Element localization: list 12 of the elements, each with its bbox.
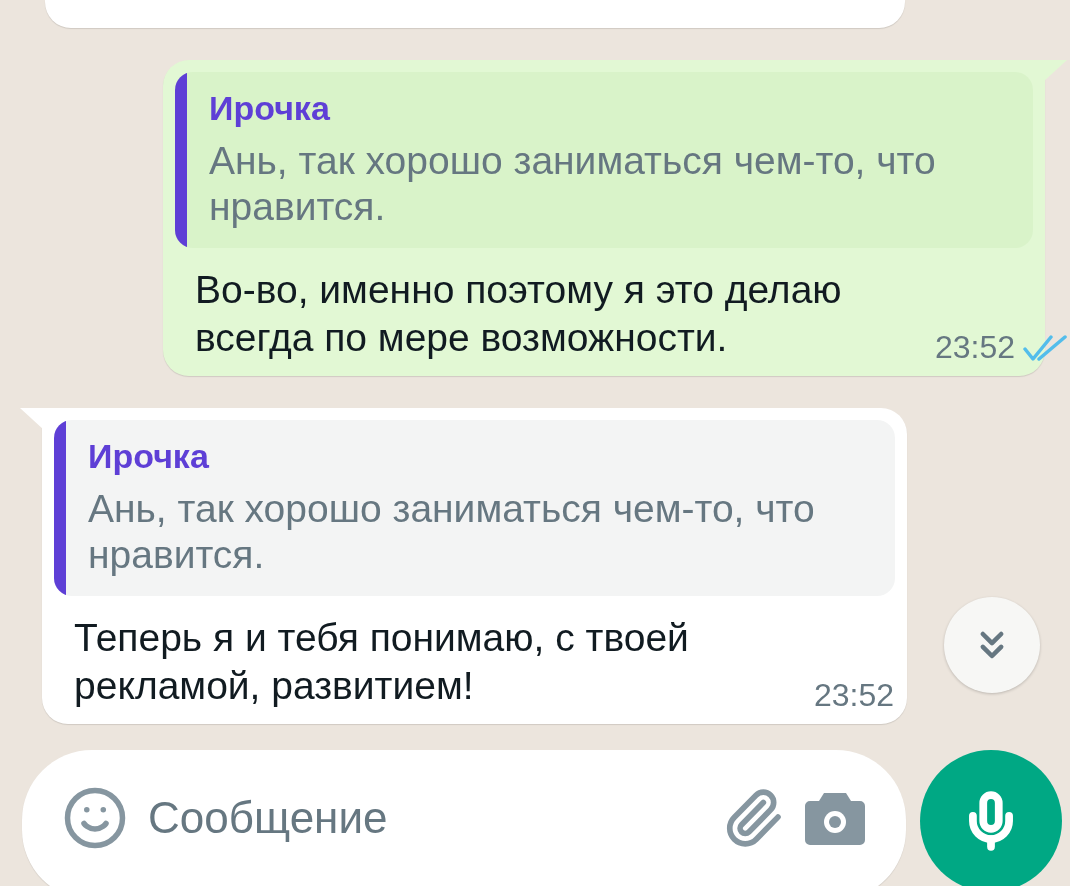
quote-author: Ирочка: [88, 438, 210, 474]
message-text: Теперь я и тебя понимаю, с твоей рекламой, развитием!: [74, 615, 690, 709]
quote-text: Ань, так хорошо заниматься чем-то, что нравится.: [88, 486, 816, 578]
message-time: 23:52: [935, 329, 1016, 366]
quote-author: Ирочка: [209, 90, 331, 126]
message-time: 23:52: [814, 677, 895, 714]
message-input[interactable]: Сообщение: [148, 793, 702, 843]
emoji-icon[interactable]: [62, 785, 128, 851]
quoted-message[interactable]: Ирочка Ань, так хорошо заниматься чем-то, что нравится.: [54, 420, 895, 596]
quoted-message[interactable]: Ирочка Ань, так хорошо заниматься чем-то, что нравится.: [175, 72, 1033, 248]
message-text: Во-во, именно поэтому я это делаю всегда по мере возможности.: [195, 267, 843, 361]
quote-text: Ань, так хорошо заниматься чем-то, что нравится.: [209, 138, 937, 230]
